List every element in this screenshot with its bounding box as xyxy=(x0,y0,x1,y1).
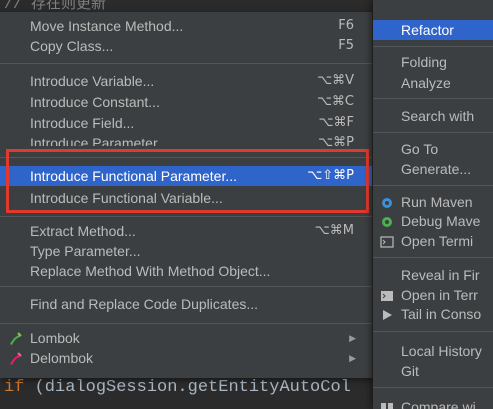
context-menu-item-search-with[interactable]: Search with xyxy=(373,106,493,126)
context-menu-item-debug-maven[interactable]: Debug Mave xyxy=(373,211,493,231)
context-menu-item-local-history[interactable]: Local History xyxy=(373,341,493,361)
context-menu-item-label: Folding xyxy=(401,54,447,70)
context-menu-item-run-maven[interactable]: Run Maven xyxy=(373,192,493,212)
menu-item-introduce-constant[interactable]: Introduce Constant... ⌥⌘C xyxy=(0,92,372,112)
menu-separator xyxy=(373,98,493,99)
context-menu-item-folding[interactable]: Folding xyxy=(373,52,493,72)
submenu-arrow-icon: ▶ xyxy=(349,333,356,343)
gear-icon xyxy=(380,195,394,209)
menu-item-label: Introduce Constant... xyxy=(30,94,160,110)
context-menu-item-open-in-terminal[interactable]: Open in Terr xyxy=(373,285,493,305)
menu-item-introduce-functional-variable[interactable]: Introduce Functional Variable... xyxy=(0,188,372,208)
context-menu-item-label: Debug Mave xyxy=(401,213,481,229)
menu-separator xyxy=(373,46,493,47)
menu-item-shortcut: ⌥⌘V xyxy=(317,73,354,88)
context-menu-item-label: Refactor xyxy=(401,22,454,38)
menu-item-introduce-variable[interactable]: Introduce Variable... ⌥⌘V xyxy=(0,71,372,91)
menu-separator xyxy=(373,257,493,258)
menu-item-label: Delombok xyxy=(30,350,94,366)
menu-item-label: Introduce Functional Variable... xyxy=(30,190,223,206)
menu-separator xyxy=(0,323,372,324)
context-menu-item-label: Go To xyxy=(401,141,439,157)
compare-icon xyxy=(380,400,394,409)
context-menu: Refactor Folding Analyze Search with Go … xyxy=(373,0,493,409)
menu-item-label: Introduce Variable... xyxy=(30,73,155,89)
context-menu-item-label: Open in Terr xyxy=(401,287,478,303)
code-text: (dialogSession.getEntityAutoCol xyxy=(24,378,351,397)
menu-item-label: Move Instance Method... xyxy=(30,18,184,34)
menu-item-shortcut: ⌥⇧⌘P xyxy=(307,168,354,183)
menu-item-introduce-parameter[interactable]: Introduce Parameter... ⌥⌘P xyxy=(0,133,372,146)
context-menu-item-label: Search with xyxy=(401,108,475,124)
menu-item-shortcut: F5 xyxy=(338,38,354,53)
context-menu-item-label: Git xyxy=(401,363,419,379)
code-keyword: if xyxy=(4,378,25,397)
menu-separator xyxy=(0,216,372,217)
context-menu-item-label: Run Maven xyxy=(401,194,473,210)
menu-separator xyxy=(373,331,493,332)
menu-item-label: Find and Replace Code Duplicates... xyxy=(30,296,259,312)
menu-item-find-and-replace-duplicates[interactable]: Find and Replace Code Duplicates... xyxy=(0,294,372,314)
context-menu-item-refactor[interactable]: Refactor xyxy=(373,20,493,40)
submenu-arrow-icon: ▶ xyxy=(349,353,356,363)
menu-item-shortcut: ⌥⌘F xyxy=(318,115,354,130)
menu-item-shortcut: ⌥⌘C xyxy=(316,94,354,109)
context-menu-item-git[interactable]: Git xyxy=(373,361,493,381)
menu-item-extract-method[interactable]: Extract Method... ⌥⌘M xyxy=(0,221,372,241)
terminal-icon xyxy=(380,234,394,248)
menu-item-copy-class[interactable]: Copy Class... F5 xyxy=(0,36,372,56)
menu-item-type-parameter[interactable]: Type Parameter... xyxy=(0,241,372,261)
context-menu-item-label: Open Termi xyxy=(401,233,474,249)
menu-item-label: Extract Method... xyxy=(30,223,136,239)
context-menu-item-generate[interactable]: Generate... xyxy=(373,159,493,179)
menu-item-label: Type Parameter... xyxy=(30,243,141,259)
context-menu-item-label: Tail in Conso xyxy=(401,306,482,322)
context-menu-item-analyze[interactable]: Analyze xyxy=(373,73,493,93)
context-menu-item-label: Local History xyxy=(401,343,482,359)
menu-separator xyxy=(373,185,493,186)
gear-icon xyxy=(380,214,394,228)
menu-item-shortcut: ⌥⌘M xyxy=(314,223,354,238)
menu-item-introduce-field[interactable]: Introduce Field... ⌥⌘F xyxy=(0,113,372,133)
menu-item-replace-method-with-method-object[interactable]: Replace Method With Method Object... xyxy=(0,261,372,281)
menu-separator xyxy=(0,157,372,158)
menu-item-shortcut: ⌥⌘P xyxy=(318,135,354,146)
menu-item-label: Introduce Parameter... xyxy=(30,135,169,146)
menu-item-label: Introduce Functional Parameter... xyxy=(30,168,237,184)
menu-item-delombok[interactable]: Delombok ▶ xyxy=(0,348,372,368)
menu-separator xyxy=(373,132,493,133)
terminal-icon xyxy=(380,288,394,302)
menu-item-label: Replace Method With Method Object... xyxy=(30,263,271,279)
context-menu-item-tail-in-console[interactable]: Tail in Conso xyxy=(373,304,493,324)
context-menu-item-compare-with[interactable]: Compare wi xyxy=(373,397,493,409)
lombok-pepper-icon xyxy=(8,331,22,345)
context-menu-item-label: Analyze xyxy=(401,75,451,91)
menu-item-label: Lombok xyxy=(30,330,80,346)
menu-separator xyxy=(373,387,493,388)
context-menu-item-go-to[interactable]: Go To xyxy=(373,139,493,159)
context-menu-item-open-terminal[interactable]: Open Termi xyxy=(373,231,493,251)
menu-item-lombok[interactable]: Lombok ▶ xyxy=(0,328,372,348)
menu-separator xyxy=(0,63,372,64)
context-menu-item-label: Reveal in Fir xyxy=(401,267,480,283)
context-menu-item-label: Compare wi xyxy=(401,399,476,409)
context-menu-item-reveal-in-finder[interactable]: Reveal in Fir xyxy=(373,265,493,285)
code-line: if (dialogSession.getEntityAutoCol xyxy=(4,378,351,397)
menu-item-move-instance-method[interactable]: Move Instance Method... F6 xyxy=(0,16,372,36)
menu-item-introduce-functional-parameter[interactable]: Introduce Functional Parameter... ⌥⇧⌘P xyxy=(0,166,372,186)
menu-item-shortcut: F6 xyxy=(338,18,354,33)
refactor-submenu: Move Instance Method... F6 Copy Class...… xyxy=(0,12,373,378)
menu-item-label: Introduce Field... xyxy=(30,115,135,131)
menu-separator xyxy=(0,286,372,287)
context-menu-item-label: Generate... xyxy=(401,161,472,177)
play-icon xyxy=(380,307,394,321)
delombok-pepper-icon xyxy=(8,351,22,365)
menu-item-label: Copy Class... xyxy=(30,38,114,54)
